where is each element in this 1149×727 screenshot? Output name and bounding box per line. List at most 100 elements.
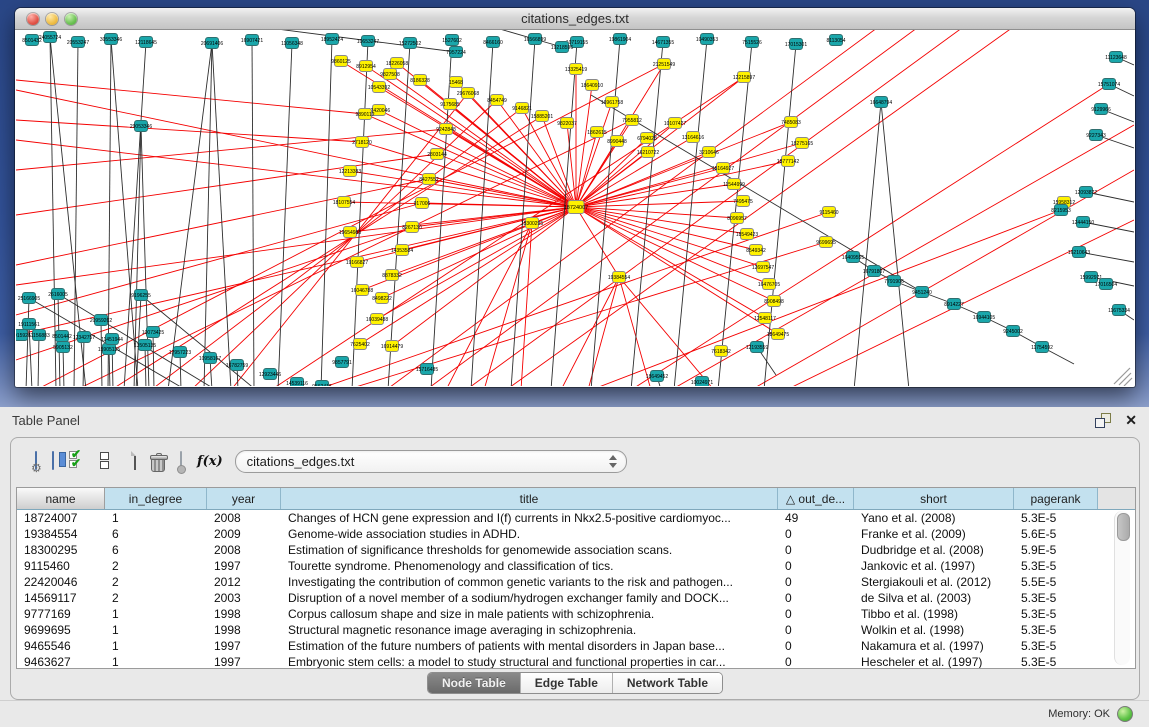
table-cell[interactable]: Investigating the contribution of common… <box>281 574 778 590</box>
table-cell[interactable]: 0 <box>778 606 854 622</box>
delete-column-button[interactable] <box>151 453 165 470</box>
column-header-in-degree[interactable]: in_degree <box>105 488 207 509</box>
close-icon[interactable]: ✕ <box>1125 413 1137 427</box>
import-table-button[interactable] <box>180 452 182 470</box>
table-cell[interactable]: Changes of HCN gene expression and I(f) … <box>281 510 778 526</box>
vertical-scrollbar[interactable] <box>1114 511 1130 665</box>
table-cell[interactable]: 0 <box>778 590 854 606</box>
column-header-year[interactable]: year <box>207 488 281 509</box>
table-cell[interactable]: 9463627 <box>17 654 105 668</box>
table-cell[interactable]: Franke et al. (2009) <box>854 526 1014 542</box>
table-row[interactable]: 969969511998Structural magnetic resonanc… <box>17 622 1135 638</box>
table-cell[interactable]: 5.6E-5 <box>1014 526 1098 542</box>
table-cell[interactable]: Estimation of the future numbers of pati… <box>281 638 778 654</box>
table-cell[interactable]: Nakamura et al. (1997) <box>854 638 1014 654</box>
table-cell[interactable]: Genome-wide association studies in ADHD. <box>281 526 778 542</box>
table-cell[interactable]: Structural magnetic resonance image aver… <box>281 622 778 638</box>
table-cell[interactable]: 2 <box>105 558 207 574</box>
table-cell[interactable]: 22420046 <box>17 574 105 590</box>
table-cell[interactable]: 9465546 <box>17 638 105 654</box>
table-cell[interactable]: Hescheler et al. (1997) <box>854 654 1014 668</box>
network-canvas[interactable]: 9860125891295418226058982750881863281546… <box>16 30 1134 386</box>
table-cell[interactable]: 0 <box>778 574 854 590</box>
table-cell[interactable]: 2008 <box>207 542 281 558</box>
table-cell[interactable]: 1997 <box>207 558 281 574</box>
table-cell[interactable]: 0 <box>778 542 854 558</box>
table-cell[interactable]: Dudbridge et al. (2008) <box>854 542 1014 558</box>
column-header-short[interactable]: short <box>854 488 1014 509</box>
table-cell[interactable]: Jankovic et al. (1997) <box>854 558 1014 574</box>
table-cell[interactable]: 2009 <box>207 526 281 542</box>
table-cell[interactable]: 5.3E-5 <box>1014 638 1098 654</box>
table-cell[interactable]: 2 <box>105 574 207 590</box>
table-cell[interactable]: 2008 <box>207 510 281 526</box>
table-cell[interactable]: 5.3E-5 <box>1014 558 1098 574</box>
table-cell[interactable]: 6 <box>105 542 207 558</box>
table-cell[interactable]: 9115460 <box>17 558 105 574</box>
table-cell[interactable]: Stergiakouli et al. (2012) <box>854 574 1014 590</box>
table-row[interactable]: 1830029562008Estimation of significance … <box>17 542 1135 558</box>
table-row[interactable]: 911546021997Tourette syndrome. Phenomeno… <box>17 558 1135 574</box>
table-cell[interactable]: 1 <box>105 638 207 654</box>
column-header-out-degree-sorted[interactable]: △ out_de... <box>778 488 854 509</box>
table-row[interactable]: 1456911722003Disruption of a novel membe… <box>17 590 1135 606</box>
network-window[interactable]: citations_edges.txt 98601258912954182260… <box>15 8 1135 387</box>
table-cell[interactable]: Tibbo et al. (1998) <box>854 606 1014 622</box>
table-row[interactable]: 946362711997Embryonic stem cells: a mode… <box>17 654 1135 668</box>
table-cell[interactable]: 19384554 <box>17 526 105 542</box>
column-header-title[interactable]: title <box>281 488 778 509</box>
table-row[interactable]: 946554611997Estimation of the future num… <box>17 638 1135 654</box>
table-cell[interactable]: 5.3E-5 <box>1014 510 1098 526</box>
table-cell[interactable]: 5.3E-5 <box>1014 590 1098 606</box>
table-cell[interactable]: 2003 <box>207 590 281 606</box>
table-cell[interactable]: 5.3E-5 <box>1014 654 1098 668</box>
table-row[interactable]: 2242004622012Investigating the contribut… <box>17 574 1135 590</box>
table-cell[interactable]: 1998 <box>207 622 281 638</box>
tab-edge-table[interactable]: Edge Table <box>520 673 612 693</box>
select-all-button[interactable]: ✔ ✔ <box>69 451 85 471</box>
table-cell[interactable]: 1997 <box>207 654 281 668</box>
table-cell[interactable]: 9699695 <box>17 622 105 638</box>
table-options-button[interactable]: ⚙ <box>35 452 37 470</box>
table-cell[interactable]: Disruption of a novel member of a sodium… <box>281 590 778 606</box>
table-cell[interactable]: 0 <box>778 526 854 542</box>
table-cell[interactable]: 5.3E-5 <box>1014 622 1098 638</box>
table-cell[interactable]: Estimation of significance thresholds fo… <box>281 542 778 558</box>
network-window-titlebar[interactable]: citations_edges.txt <box>15 8 1135 30</box>
table-cell[interactable]: 5.3E-5 <box>1014 606 1098 622</box>
column-header-pagerank[interactable]: pagerank <box>1014 488 1098 509</box>
table-cell[interactable]: 5.5E-5 <box>1014 574 1098 590</box>
table-cell[interactable]: 1 <box>105 622 207 638</box>
table-cell[interactable]: 9777169 <box>17 606 105 622</box>
table-cell[interactable]: 18724007 <box>17 510 105 526</box>
create-column-button[interactable] <box>134 452 136 470</box>
scrollbar-thumb[interactable] <box>1117 513 1130 541</box>
clear-selection-button[interactable] <box>100 452 109 470</box>
function-builder-button[interactable]: f(x) <box>197 454 223 469</box>
table-cell[interactable]: Tourette syndrome. Phenomenology and cla… <box>281 558 778 574</box>
table-cell[interactable]: 1998 <box>207 606 281 622</box>
float-window-icon[interactable] <box>1095 413 1111 427</box>
table-row[interactable]: 977716911998Corpus callosum shape and si… <box>17 606 1135 622</box>
table-cell[interactable]: 5.9E-5 <box>1014 542 1098 558</box>
table-cell[interactable]: 14569117 <box>17 590 105 606</box>
table-cell[interactable]: 2 <box>105 590 207 606</box>
show-column-button[interactable] <box>52 452 54 470</box>
table-cell[interactable]: 0 <box>778 558 854 574</box>
table-cell[interactable]: 2012 <box>207 574 281 590</box>
table-cell[interactable]: de Silva et al. (2003) <box>854 590 1014 606</box>
table-source-select[interactable]: citations_edges.txt <box>235 450 627 473</box>
table-row[interactable]: 1938455462009Genome-wide association stu… <box>17 526 1135 542</box>
table-cell[interactable]: Embryonic stem cells: a model to study s… <box>281 654 778 668</box>
table-cell[interactable]: Wolkin et al. (1998) <box>854 622 1014 638</box>
table-cell[interactable]: 0 <box>778 622 854 638</box>
column-header-name[interactable]: name <box>17 488 105 509</box>
table-cell[interactable]: 1 <box>105 654 207 668</box>
tab-node-table[interactable]: Node Table <box>428 673 520 693</box>
table-cell[interactable]: 0 <box>778 638 854 654</box>
table-cell[interactable]: 18300295 <box>17 542 105 558</box>
resize-grip-icon[interactable] <box>1119 373 1131 385</box>
tab-network-table[interactable]: Network Table <box>612 673 722 693</box>
table-cell[interactable]: 6 <box>105 526 207 542</box>
table-cell[interactable]: 0 <box>778 654 854 668</box>
